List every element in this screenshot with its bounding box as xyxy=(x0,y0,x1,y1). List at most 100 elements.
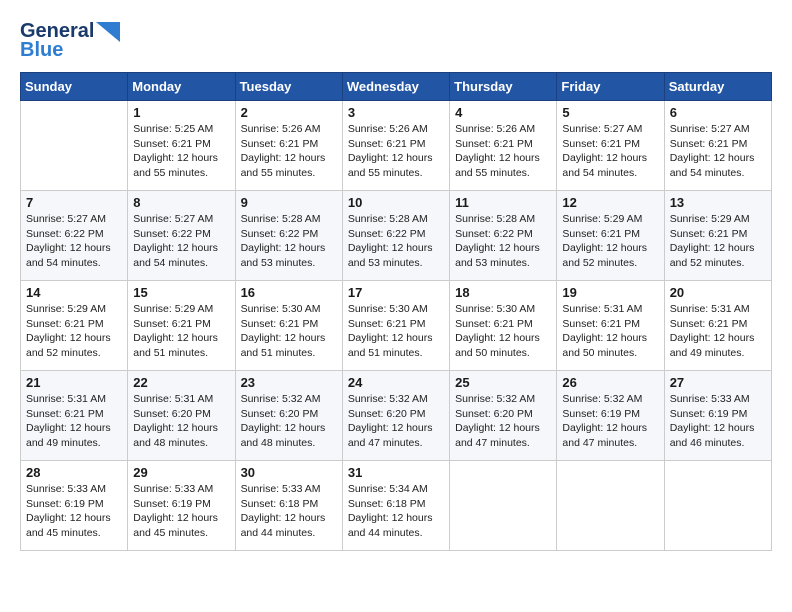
logo-text: General Blue xyxy=(20,20,120,62)
calendar-cell: 16 Sunrise: 5:30 AMSunset: 6:21 PMDayligh… xyxy=(235,281,342,371)
calendar-header-wednesday: Wednesday xyxy=(342,73,449,101)
calendar-cell: 28 Sunrise: 5:33 AMSunset: 6:19 PMDayligh… xyxy=(21,461,128,551)
day-info: Sunrise: 5:31 AMSunset: 6:20 PMDaylight:… xyxy=(133,392,229,451)
day-number: 6 xyxy=(670,105,766,120)
calendar-cell: 22 Sunrise: 5:31 AMSunset: 6:20 PMDayligh… xyxy=(128,371,235,461)
day-number: 29 xyxy=(133,465,229,480)
calendar-cell: 21 Sunrise: 5:31 AMSunset: 6:21 PMDayligh… xyxy=(21,371,128,461)
day-info: Sunrise: 5:29 AMSunset: 6:21 PMDaylight:… xyxy=(26,302,122,361)
day-info: Sunrise: 5:28 AMSunset: 6:22 PMDaylight:… xyxy=(455,212,551,271)
calendar-header-sunday: Sunday xyxy=(21,73,128,101)
calendar-cell: 8 Sunrise: 5:27 AMSunset: 6:22 PMDaylight… xyxy=(128,191,235,281)
day-info: Sunrise: 5:30 AMSunset: 6:21 PMDaylight:… xyxy=(348,302,444,361)
calendar-cell: 24Sunrise: 5:32 AMSunset: 6:20 PMDayligh… xyxy=(342,371,449,461)
calendar-cell: 26 Sunrise: 5:32 AMSunset: 6:19 PMDayligh… xyxy=(557,371,664,461)
logo: General Blue xyxy=(20,20,120,62)
calendar-cell: 15Sunrise: 5:29 AMSunset: 6:21 PMDayligh… xyxy=(128,281,235,371)
day-info: Sunrise: 5:33 AMSunset: 6:19 PMDaylight:… xyxy=(133,482,229,541)
calendar-cell: 1Sunrise: 5:25 AMSunset: 6:21 PMDaylight… xyxy=(128,101,235,191)
calendar-table: SundayMondayTuesdayWednesdayThursdayFrid… xyxy=(20,72,772,551)
calendar-cell: 5 Sunrise: 5:27 AMSunset: 6:21 PMDaylight… xyxy=(557,101,664,191)
calendar-cell: 14 Sunrise: 5:29 AMSunset: 6:21 PMDayligh… xyxy=(21,281,128,371)
calendar-cell: 11 Sunrise: 5:28 AMSunset: 6:22 PMDayligh… xyxy=(450,191,557,281)
day-number: 17 xyxy=(348,285,444,300)
calendar-cell: 19Sunrise: 5:31 AMSunset: 6:21 PMDayligh… xyxy=(557,281,664,371)
calendar-cell: 10 Sunrise: 5:28 AMSunset: 6:22 PMDayligh… xyxy=(342,191,449,281)
day-info: Sunrise: 5:27 AMSunset: 6:22 PMDaylight:… xyxy=(26,212,122,271)
day-info: Sunrise: 5:27 AMSunset: 6:22 PMDaylight:… xyxy=(133,212,229,271)
calendar-cell xyxy=(450,461,557,551)
day-number: 8 xyxy=(133,195,229,210)
day-number: 22 xyxy=(133,375,229,390)
day-number: 16 xyxy=(241,285,337,300)
calendar-header-tuesday: Tuesday xyxy=(235,73,342,101)
day-number: 10 xyxy=(348,195,444,210)
day-info: Sunrise: 5:32 AMSunset: 6:20 PMDaylight:… xyxy=(455,392,551,451)
calendar-cell: 20Sunrise: 5:31 AMSunset: 6:21 PMDayligh… xyxy=(664,281,771,371)
day-number: 27 xyxy=(670,375,766,390)
calendar-cell: 4 Sunrise: 5:26 AMSunset: 6:21 PMDaylight… xyxy=(450,101,557,191)
day-info: Sunrise: 5:33 AMSunset: 6:19 PMDaylight:… xyxy=(670,392,766,451)
calendar-cell: 25 Sunrise: 5:32 AMSunset: 6:20 PMDayligh… xyxy=(450,371,557,461)
calendar-cell xyxy=(557,461,664,551)
day-info: Sunrise: 5:33 AMSunset: 6:18 PMDaylight:… xyxy=(241,482,337,541)
day-info: Sunrise: 5:34 AMSunset: 6:18 PMDaylight:… xyxy=(348,482,444,541)
day-info: Sunrise: 5:26 AMSunset: 6:21 PMDaylight:… xyxy=(455,122,551,181)
calendar-cell: 6 Sunrise: 5:27 AMSunset: 6:21 PMDaylight… xyxy=(664,101,771,191)
week-row-5: 28 Sunrise: 5:33 AMSunset: 6:19 PMDayligh… xyxy=(21,461,772,551)
logo-arrow-icon xyxy=(96,22,120,42)
day-number: 18 xyxy=(455,285,551,300)
day-number: 26 xyxy=(562,375,658,390)
calendar-cell: 30 Sunrise: 5:33 AMSunset: 6:18 PMDayligh… xyxy=(235,461,342,551)
day-info: Sunrise: 5:32 AMSunset: 6:20 PMDaylight:… xyxy=(241,392,337,451)
day-number: 3 xyxy=(348,105,444,120)
calendar-cell: 7 Sunrise: 5:27 AMSunset: 6:22 PMDaylight… xyxy=(21,191,128,281)
calendar-cell: 29 Sunrise: 5:33 AMSunset: 6:19 PMDayligh… xyxy=(128,461,235,551)
day-number: 7 xyxy=(26,195,122,210)
day-info: Sunrise: 5:31 AMSunset: 6:21 PMDaylight:… xyxy=(26,392,122,451)
page-header: General Blue xyxy=(20,20,772,62)
day-number: 5 xyxy=(562,105,658,120)
day-info: Sunrise: 5:26 AMSunset: 6:21 PMDaylight:… xyxy=(241,122,337,181)
day-number: 11 xyxy=(455,195,551,210)
day-number: 23 xyxy=(241,375,337,390)
calendar-cell: 17 Sunrise: 5:30 AMSunset: 6:21 PMDayligh… xyxy=(342,281,449,371)
day-info: Sunrise: 5:29 AMSunset: 6:21 PMDaylight:… xyxy=(133,302,229,361)
calendar-header-monday: Monday xyxy=(128,73,235,101)
day-info: Sunrise: 5:29 AMSunset: 6:21 PMDaylight:… xyxy=(562,212,658,271)
day-info: Sunrise: 5:28 AMSunset: 6:22 PMDaylight:… xyxy=(241,212,337,271)
calendar-cell: 18Sunrise: 5:30 AMSunset: 6:21 PMDayligh… xyxy=(450,281,557,371)
day-number: 30 xyxy=(241,465,337,480)
calendar-cell: 23 Sunrise: 5:32 AMSunset: 6:20 PMDayligh… xyxy=(235,371,342,461)
day-number: 4 xyxy=(455,105,551,120)
day-number: 9 xyxy=(241,195,337,210)
day-info: Sunrise: 5:30 AMSunset: 6:21 PMDaylight:… xyxy=(241,302,337,361)
calendar-header-thursday: Thursday xyxy=(450,73,557,101)
day-info: Sunrise: 5:27 AMSunset: 6:21 PMDaylight:… xyxy=(562,122,658,181)
day-info: Sunrise: 5:32 AMSunset: 6:19 PMDaylight:… xyxy=(562,392,658,451)
day-number: 2 xyxy=(241,105,337,120)
day-info: Sunrise: 5:31 AMSunset: 6:21 PMDaylight:… xyxy=(562,302,658,361)
calendar-cell: 9 Sunrise: 5:28 AMSunset: 6:22 PMDaylight… xyxy=(235,191,342,281)
day-number: 31 xyxy=(348,465,444,480)
calendar-header-saturday: Saturday xyxy=(664,73,771,101)
day-number: 13 xyxy=(670,195,766,210)
day-number: 25 xyxy=(455,375,551,390)
week-row-3: 14 Sunrise: 5:29 AMSunset: 6:21 PMDayligh… xyxy=(21,281,772,371)
calendar-cell: 12 Sunrise: 5:29 AMSunset: 6:21 PMDayligh… xyxy=(557,191,664,281)
calendar-cell xyxy=(21,101,128,191)
calendar-header-row: SundayMondayTuesdayWednesdayThursdayFrid… xyxy=(21,73,772,101)
day-number: 14 xyxy=(26,285,122,300)
logo-blue: Blue xyxy=(20,39,63,62)
calendar-cell: 3Sunrise: 5:26 AMSunset: 6:21 PMDaylight… xyxy=(342,101,449,191)
calendar-header-friday: Friday xyxy=(557,73,664,101)
day-number: 21 xyxy=(26,375,122,390)
day-number: 12 xyxy=(562,195,658,210)
day-number: 28 xyxy=(26,465,122,480)
calendar-cell xyxy=(664,461,771,551)
day-info: Sunrise: 5:25 AMSunset: 6:21 PMDaylight:… xyxy=(133,122,229,181)
day-number: 24 xyxy=(348,375,444,390)
day-info: Sunrise: 5:33 AMSunset: 6:19 PMDaylight:… xyxy=(26,482,122,541)
day-info: Sunrise: 5:27 AMSunset: 6:21 PMDaylight:… xyxy=(670,122,766,181)
day-info: Sunrise: 5:28 AMSunset: 6:22 PMDaylight:… xyxy=(348,212,444,271)
